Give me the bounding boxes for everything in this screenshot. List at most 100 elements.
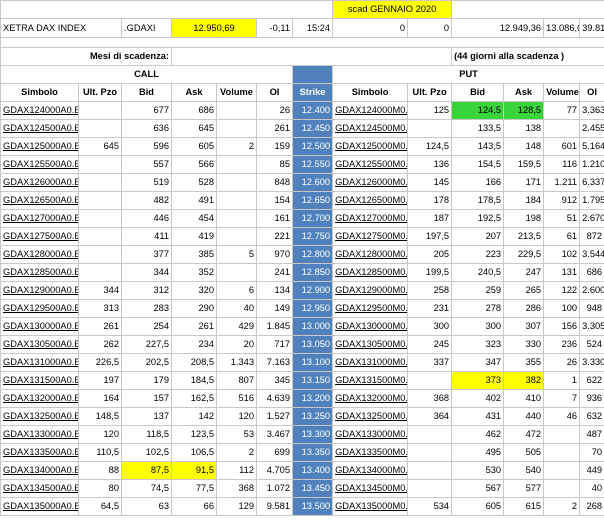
call-volume [216,155,257,174]
put-open-interest: 1.795 [579,191,604,210]
put-symbol-link[interactable]: GDAX130500M0.EX [332,335,409,354]
call-symbol-link[interactable]: GDAX125000A0.EX [0,137,79,156]
put-symbol-link[interactable]: GDAX129000M0.EX [332,281,409,300]
option-rows: GDAX124000A0.EX 677 686 26 12.400 GDAX124000M… [0,101,604,516]
call-symbol-link[interactable]: GDAX127500A0.EX [0,227,79,246]
call-volume: 2 [216,443,257,462]
put-last-price [407,371,453,390]
call-symbol-link[interactable]: GDAX127000A0.EX [0,209,79,228]
put-last-price: 178 [407,191,453,210]
call-symbol-link[interactable]: GDAX125500A0.EX [0,155,79,174]
call-ask: 123,5 [171,425,217,444]
put-symbol-link[interactable]: GDAX134000M0.EX [332,461,409,480]
call-symbol-link[interactable]: GDAX124500A0.EX [0,119,79,138]
call-open-interest: 241 [256,263,293,282]
call-symbol-link[interactable]: GDAX126500A0.EX [0,191,79,210]
call-ask: 77,5 [171,479,217,498]
strike-price: 12.400 [291,101,334,120]
call-open-interest: 1.527 [256,407,293,426]
put-symbol-link[interactable]: GDAX126500M0.EX [332,191,409,210]
col-header-call-simbolo: Simbolo [0,83,79,102]
put-open-interest: 948 [579,299,604,318]
scadenza-label[interactable]: scad GENNAIO 2020 [332,0,453,19]
put-symbol-link[interactable]: GDAX124500M0.EX [332,119,409,138]
put-symbol-link[interactable]: GDAX133000M0.EX [332,425,409,444]
put-open-interest: 2.600 [579,281,604,300]
put-symbol-link[interactable]: GDAX132500M0.EX [332,407,409,426]
call-symbol-link[interactable]: GDAX124000A0.EX [0,101,79,120]
call-symbol-link[interactable]: GDAX134000A0.EX [0,461,79,480]
put-bid: 605 [451,497,505,516]
call-symbol-link[interactable]: GDAX135000A0.EX [0,497,79,516]
call-symbol-link[interactable]: GDAX129500A0.EX [0,299,79,318]
put-ask: 330 [503,335,545,354]
call-volume: 6 [216,281,257,300]
put-open-interest: 622 [579,371,604,390]
call-ask: 142 [171,407,217,426]
call-last-price [78,191,122,210]
put-symbol-link[interactable]: GDAX131500M0.EX [332,371,409,390]
put-symbol-link[interactable]: GDAX128000M0.EX [332,245,409,264]
call-open-interest: 4.639 [256,389,293,408]
column-header-row: Simbolo Ult. Pzo Bid Ask Volume OI Strik… [0,83,604,102]
strike-price: 13.400 [291,461,334,480]
put-symbol-link[interactable]: GDAX125000M0.EX [332,137,409,156]
put-symbol-link[interactable]: GDAX124000M0.EX [332,101,409,120]
put-ask: 229,5 [503,245,545,264]
put-symbol-link[interactable]: GDAX135000M0.EX [332,497,409,516]
put-symbol-link[interactable]: GDAX131000M0.EX [332,353,409,372]
call-symbol-link[interactable]: GDAX133000A0.EX [0,425,79,444]
put-volume [543,461,581,480]
option-row: GDAX131500A0.EX 197 179 184,5 807 345 13.150 GD… [0,371,604,390]
value-1: 0 [332,18,409,38]
call-open-interest: 261 [256,119,293,138]
call-volume: 368 [216,479,257,498]
put-bid: 347 [451,353,505,372]
option-row: GDAX133000A0.EX 120 118,5 123,5 53 3.467 13.30… [0,425,604,444]
option-row: GDAX130000A0.EX 261 254 261 429 1.845 13.000 GD… [0,317,604,336]
put-symbol-link[interactable]: GDAX127000M0.EX [332,209,409,228]
put-ask: 138 [503,119,545,138]
call-symbol-link[interactable]: GDAX131500A0.EX [0,371,79,390]
call-volume: 112 [216,461,257,480]
put-symbol-link[interactable]: GDAX134500M0.EX [332,479,409,498]
put-volume: 102 [543,245,581,264]
put-symbol-link[interactable]: GDAX128500M0.EX [332,263,409,282]
call-symbol-link[interactable]: GDAX128500A0.EX [0,263,79,282]
put-volume: 7 [543,389,581,408]
put-open-interest: 40 [579,479,604,498]
call-symbol-link[interactable]: GDAX133500A0.EX [0,443,79,462]
put-last-price [407,443,453,462]
call-bid: 254 [121,317,172,336]
put-symbol-link[interactable]: GDAX133500M0.EX [332,443,409,462]
call-symbol-link[interactable]: GDAX130000A0.EX [0,317,79,336]
call-symbol-link[interactable]: GDAX129000A0.EX [0,281,79,300]
call-last-price [78,173,122,192]
put-ask: 440 [503,407,545,426]
option-row: GDAX128000A0.EX 377 385 5 970 12.800 GDAX12800… [0,245,604,264]
put-last-price [407,461,453,480]
mesi-select[interactable] [170,47,453,66]
put-symbol-link[interactable]: GDAX127500M0.EX [332,227,409,246]
call-symbol-link[interactable]: GDAX131000A0.EX [0,353,79,372]
strike-price: 12.550 [291,155,334,174]
call-last-price: 262 [78,335,122,354]
call-bid: 102,5 [121,443,172,462]
section-row: CALL PUT [0,65,604,84]
put-symbol-link[interactable]: GDAX126000M0.EX [332,173,409,192]
call-last-price [78,227,122,246]
call-symbol-link[interactable]: GDAX128000A0.EX [0,245,79,264]
put-ask: 265 [503,281,545,300]
put-symbol-link[interactable]: GDAX130000M0.EX [332,317,409,336]
put-volume [543,425,581,444]
call-symbol-link[interactable]: GDAX132000A0.EX [0,389,79,408]
call-symbol-link[interactable]: GDAX126000A0.EX [0,173,79,192]
call-symbol-link[interactable]: GDAX130500A0.EX [0,335,79,354]
put-volume: 26 [543,353,581,372]
option-row: GDAX124000A0.EX 677 686 26 12.400 GDAX124000M… [0,101,604,120]
put-symbol-link[interactable]: GDAX129500M0.EX [332,299,409,318]
call-symbol-link[interactable]: GDAX134500A0.EX [0,479,79,498]
call-symbol-link[interactable]: GDAX132500A0.EX [0,407,79,426]
put-symbol-link[interactable]: GDAX132000M0.EX [332,389,409,408]
put-symbol-link[interactable]: GDAX125500M0.EX [332,155,409,174]
